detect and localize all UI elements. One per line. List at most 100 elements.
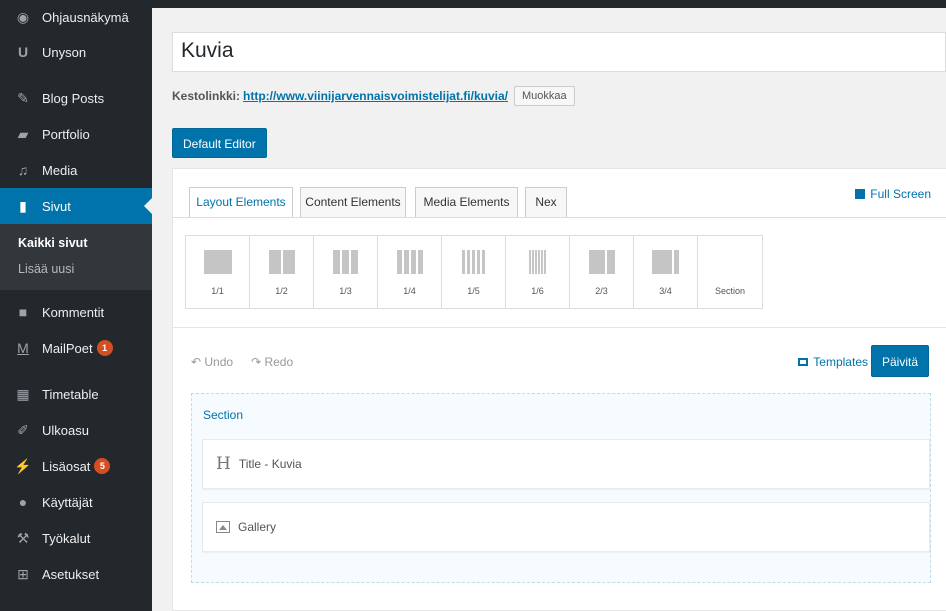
full-screen-label: Full Screen (870, 187, 931, 201)
pages-icon: ▮ (19, 197, 27, 214)
layout-label: 1/1 (211, 286, 224, 296)
main-content: Kuvia Kestolinkki: http://www.viinijarve… (172, 8, 946, 611)
layout-1-2[interactable]: 1/2 (250, 236, 314, 308)
tab-media-elements[interactable]: Media Elements (415, 187, 518, 217)
section-container[interactable]: Section H Title - Kuvia Gallery (191, 393, 931, 583)
tab-layout-elements[interactable]: Layout Elements (189, 187, 293, 218)
builder-divider (173, 327, 946, 328)
user-icon: ● (18, 494, 28, 510)
comment-icon: ■ (18, 304, 28, 320)
pin-icon: ✎ (17, 89, 29, 106)
permalink-label: Kestolinkki: (172, 89, 241, 103)
column-1-5-icon (462, 250, 485, 274)
layout-1-6[interactable]: 1/6 (506, 236, 570, 308)
layout-1-4[interactable]: 1/4 (378, 236, 442, 308)
sidebar-item-dashboard[interactable]: ◉ Ohjausnäkymä (0, 0, 152, 34)
sidebar-item-mailpoet[interactable]: M MailPoet 1 (0, 330, 152, 366)
undo-label: Undo (204, 355, 234, 369)
sidebar-item-label: Ulkoasu (42, 422, 89, 438)
sidebar-item-media[interactable]: ♫ Media (0, 152, 152, 188)
permalink-base: http://www.viinijarvennaisvoimistelijat.… (243, 89, 474, 103)
redo-label: Redo (264, 355, 294, 369)
column-1-4-icon (396, 250, 423, 274)
column-1-1-icon (203, 250, 232, 274)
templates-button[interactable]: Templates (798, 355, 868, 369)
column-1-3-icon (333, 250, 358, 274)
sidebar-item-label: Timetable (42, 386, 99, 402)
image-icon (216, 521, 230, 533)
sidebar-item-blog-posts[interactable]: ✎ Blog Posts (0, 80, 152, 116)
fullscreen-icon (855, 189, 866, 199)
tab-nex[interactable]: Nex (525, 187, 567, 217)
column-1-6-icon (529, 250, 546, 274)
layout-label: Section (714, 286, 746, 296)
sidebar-item-label: Lisäosat (42, 458, 91, 474)
post-title-input[interactable]: Kuvia (172, 32, 946, 72)
layout-2-3[interactable]: 2/3 (570, 236, 634, 308)
layout-label: 1/6 (531, 286, 544, 296)
sidebar-item-label: Työkalut (42, 530, 91, 546)
element-label: Gallery (238, 520, 277, 534)
sidebar-item-label: Käyttäjät (42, 494, 93, 510)
layout-section[interactable]: Section (698, 236, 762, 308)
sidebar-item-timetable[interactable]: ▦ Timetable (0, 376, 152, 412)
tab-content-elements[interactable]: Content Elements (300, 187, 406, 217)
redo-icon: ↷ (251, 355, 265, 369)
sidebar-item-unyson[interactable]: U Unyson (0, 34, 152, 70)
layout-1-3[interactable]: 1/3 (314, 236, 378, 308)
default-editor-button[interactable]: Default Editor (172, 128, 267, 158)
undo-button[interactable]: ↶ Undo (191, 355, 233, 369)
sidebar-item-asetukset[interactable]: ⊞ Asetukset (0, 556, 152, 592)
sidebar-item-kayttajat[interactable]: ● Käyttäjät (0, 484, 152, 520)
permalink-suffix: / (504, 89, 508, 103)
mailpoet-icon: M (17, 340, 29, 356)
sidebar-item-portfolio[interactable]: ▰ Portfolio (0, 116, 152, 152)
layout-1-5[interactable]: 1/5 (442, 236, 506, 308)
sidebar-submenu: Kaikki sivut Lisää uusi (0, 224, 152, 290)
element-gallery[interactable]: Gallery (202, 502, 930, 552)
undo-icon: ↶ (191, 355, 205, 369)
redo-button[interactable]: ↷ Redo (251, 355, 293, 369)
column-3-4-icon (652, 250, 679, 274)
section-title: Section (203, 408, 244, 422)
sidebar-item-label: Media (42, 162, 78, 178)
folder-icon: ▰ (17, 125, 29, 142)
sidebar-item-label: Unyson (42, 44, 87, 60)
media-icon: ♫ (17, 162, 29, 178)
sidebar-item-lisaosat[interactable]: ⚡ Lisäosat 5 (0, 448, 152, 484)
undo-redo-bar: ↶ Undo ↷ Redo (191, 355, 293, 369)
sidebar-item-label: Portfolio (42, 126, 90, 142)
admin-sidebar: ◉ Ohjausnäkymä U Unyson ✎ Blog Posts ▰ P… (0, 0, 152, 611)
settings-icon: ⊞ (17, 565, 29, 582)
update-button[interactable]: Päivitä (870, 345, 929, 377)
sidebar-item-kommentit[interactable]: ■ Kommentit (0, 294, 152, 330)
layout-label: 1/5 (467, 286, 480, 296)
layout-1-1[interactable]: 1/1 (186, 236, 250, 308)
element-title[interactable]: H Title - Kuvia (202, 439, 930, 489)
sidebar-item-ulkoasu[interactable]: ✐ Ulkoasu (0, 412, 152, 448)
layout-label: 1/2 (275, 286, 288, 296)
templates-label: Templates (813, 355, 868, 369)
sidebar-item-tyokalut[interactable]: ⚒ Työkalut (0, 520, 152, 556)
sidebar-item-sivut[interactable]: ▮ Sivut (0, 188, 152, 224)
sidebar-item-label: Kommentit (42, 304, 105, 320)
layout-label: 1/4 (403, 286, 416, 296)
page-builder: Layout Elements Content Elements Media E… (172, 168, 946, 611)
full-screen-button[interactable]: Full Screen (855, 187, 931, 201)
layout-3-4[interactable]: 3/4 (634, 236, 698, 308)
tabs-divider (173, 217, 946, 218)
edit-permalink-button[interactable]: Muokkaa (513, 86, 575, 106)
brush-icon: ✐ (17, 421, 29, 438)
submenu-add-new[interactable]: Lisää uusi (0, 256, 152, 282)
unyson-icon: U (17, 44, 29, 60)
column-1-2-icon (268, 250, 295, 274)
sidebar-item-label: Blog Posts (42, 90, 105, 106)
plugin-icon: ⚡ (14, 457, 32, 474)
sidebar-item-label: Ohjausnäkymä (42, 9, 129, 25)
element-label: Title - Kuvia (238, 457, 302, 471)
submenu-all-pages[interactable]: Kaikki sivut (0, 230, 152, 256)
permalink-link[interactable]: http://www.viinijarvennaisvoimistelijat.… (243, 89, 508, 103)
sidebar-item-label: Sivut (42, 198, 71, 214)
layout-elements-grid: 1/1 1/2 1/3 1/4 1/5 1/6 2/3 3/4 Section (185, 235, 763, 309)
wrench-icon: ⚒ (16, 529, 30, 546)
